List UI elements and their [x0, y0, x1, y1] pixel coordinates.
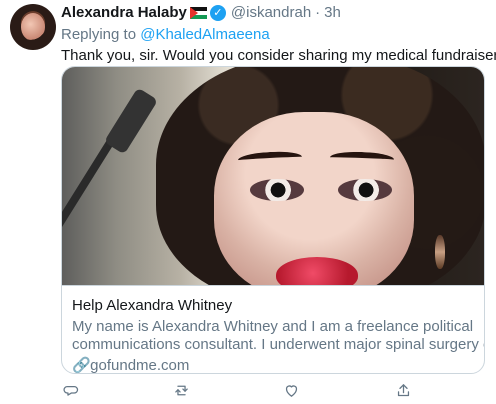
tweet-actions: [61, 380, 481, 400]
like-button[interactable]: [283, 380, 300, 400]
right-eye: [338, 179, 392, 201]
tweet: Alexandra Halaby ✓ @iskandrah · 3h Reply…: [0, 0, 496, 404]
tweet-time[interactable]: 3h: [324, 2, 341, 24]
share-icon: [397, 383, 410, 396]
reply-button[interactable]: [63, 380, 80, 400]
card-description-line-2: communications consultant. I underwent m…: [72, 336, 485, 353]
tweet-header: Alexandra Halaby ✓ @iskandrah · 3h: [61, 2, 486, 24]
card-body[interactable]: Help Alexandra Whitney My name is Alexan…: [62, 285, 484, 373]
card-domain[interactable]: gofundme.com: [90, 357, 189, 373]
card-title[interactable]: Help Alexandra Whitney: [72, 297, 474, 315]
avatar[interactable]: [10, 4, 56, 50]
card-image[interactable]: [62, 67, 484, 285]
mentioned-user-link[interactable]: @KhaledAlmaeena: [140, 26, 269, 43]
heart-icon: [285, 384, 298, 397]
card-description-line-1: My name is Alexandra Whitney and I am a …: [72, 318, 474, 335]
link-icon: 🔗: [72, 357, 91, 374]
microphone: [103, 87, 159, 155]
palestine-flag-icon: [189, 7, 207, 19]
left-eye: [250, 179, 304, 201]
tweet-text: Thank you, sir. Would you consider shari…: [61, 47, 496, 64]
replying-to-line: Replying to @KhaledAlmaeena: [61, 24, 486, 45]
retweet-button[interactable]: [173, 380, 190, 400]
earring: [435, 235, 445, 269]
tweet-content: Alexandra Halaby ✓ @iskandrah · 3h Reply…: [61, 0, 496, 66]
reply-icon: [63, 385, 79, 396]
replying-prefix: Replying to: [61, 26, 137, 43]
link-preview-card[interactable]: Help Alexandra Whitney My name is Alexan…: [61, 66, 485, 374]
lips: [276, 257, 358, 285]
author-name[interactable]: Alexandra Halaby: [61, 2, 187, 24]
card-domain-row[interactable]: 🔗 gofundme.com: [72, 357, 474, 374]
verified-icon: ✓: [209, 5, 226, 21]
share-button[interactable]: [395, 380, 412, 400]
separator-dot: ·: [315, 4, 321, 21]
retweet-icon: [175, 385, 188, 395]
author-handle[interactable]: @iskandrah: [231, 2, 311, 24]
